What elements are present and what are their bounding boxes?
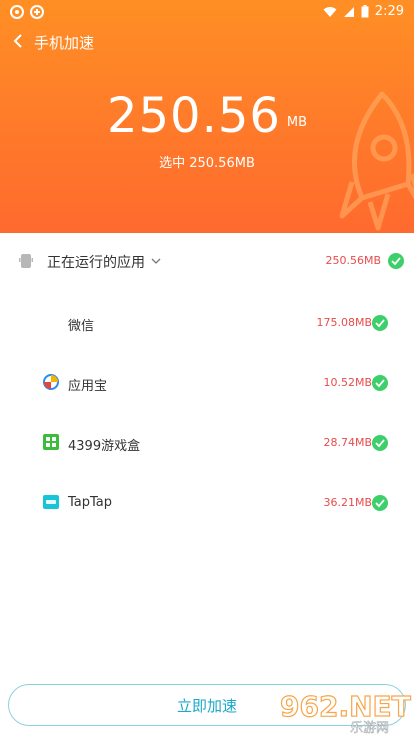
watermark-logo-text: 962.NET [280,690,411,723]
app-size: 28.74MB [323,436,372,449]
status-time: 2:29 [374,4,404,19]
4399-icon [43,434,59,450]
rocket-icon [339,91,414,231]
battery-icon [361,5,369,18]
watermark-sub-text: 乐游网 [350,721,389,736]
yingyongbao-icon [43,374,59,390]
check-icon[interactable] [372,435,388,451]
site-watermark: 962.NET 乐游网 [279,689,411,736]
group-size: 250.56MB [325,254,381,267]
app-size: 10.52MB [323,376,372,389]
chevron-down-icon[interactable] [151,257,161,265]
notification-icon-2 [30,5,44,19]
check-icon[interactable] [372,495,388,511]
list-item[interactable]: TapTap 36.21MB [0,483,414,523]
app-size: 175.08MB [316,316,372,329]
app-name: 微信 [68,319,95,334]
status-bar: 2:29 [0,0,414,24]
notification-icon [10,5,24,19]
signal-icon [343,6,354,17]
page-title: 手机加速 [34,34,95,52]
group-label: 正在运行的应用 [47,255,145,271]
app-name: 应用宝 [68,379,108,394]
list-item[interactable]: 4399游戏盒 28.74MB [0,423,414,463]
wifi-icon [323,6,337,17]
phone-icon [19,254,33,268]
taptap-icon [43,495,59,509]
total-size-number: 250.56 [106,88,281,144]
back-arrow-icon[interactable] [10,32,26,50]
total-size-unit: MB [286,115,308,130]
app-name: TapTap [68,495,113,510]
app-size: 36.21MB [323,496,372,509]
app-name: 4399游戏盒 [68,439,141,454]
list-item[interactable]: 应用宝 10.52MB [0,363,414,403]
check-icon[interactable] [372,375,388,391]
running-apps-group[interactable]: 正在运行的应用 250.56MB [0,241,414,281]
list-item[interactable]: 微信 175.08MB [0,303,414,343]
check-icon[interactable] [388,253,404,269]
check-icon[interactable] [372,315,388,331]
nav-bar: 手机加速 [0,30,414,54]
header-hero: 2:29 手机加速 250.56 MB 选中 250.56MB [0,0,414,233]
